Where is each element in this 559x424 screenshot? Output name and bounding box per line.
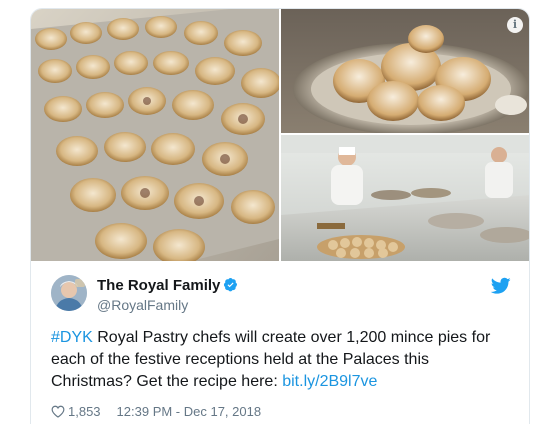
info-icon[interactable]: i [507, 17, 523, 33]
pastry-chefs-kitchen-photo[interactable] [281, 135, 529, 261]
like-count: 1,853 [68, 404, 101, 419]
media-grid: i [31, 9, 529, 261]
avatar[interactable] [51, 275, 87, 311]
tweet-body: The Royal Family @RoyalFamily #DYK Royal… [31, 261, 529, 424]
mince-pies-silver-platter-photo[interactable] [281, 9, 529, 133]
meta-row: 1,853 12:39 PM - Dec 17, 2018 [51, 403, 511, 421]
twitter-bird-icon[interactable] [491, 277, 511, 295]
author-handle[interactable]: @RoyalFamily [97, 297, 188, 313]
tweet-text: #DYK Royal Pastry chefs will create over… [51, 327, 511, 393]
author-name-wrap: The Royal Family [97, 277, 238, 295]
hashtag-link[interactable]: #DYK [51, 329, 93, 346]
heart-icon[interactable] [51, 405, 65, 418]
mince-pies-tray-photo[interactable] [31, 9, 279, 261]
author-name[interactable]: The Royal Family [97, 277, 220, 294]
tweet-body-text: Royal Pastry chefs will create over 1,20… [51, 329, 491, 390]
verified-badge-icon [224, 278, 238, 292]
timestamp[interactable]: 12:39 PM - Dec 17, 2018 [117, 404, 262, 419]
recipe-link[interactable]: bit.ly/2B9l7ve [282, 373, 377, 390]
tweet-card[interactable]: i The Royal Family @RoyalFamily #DYK Roy [30, 8, 530, 424]
author-row: The Royal Family @RoyalFamily [51, 275, 511, 319]
